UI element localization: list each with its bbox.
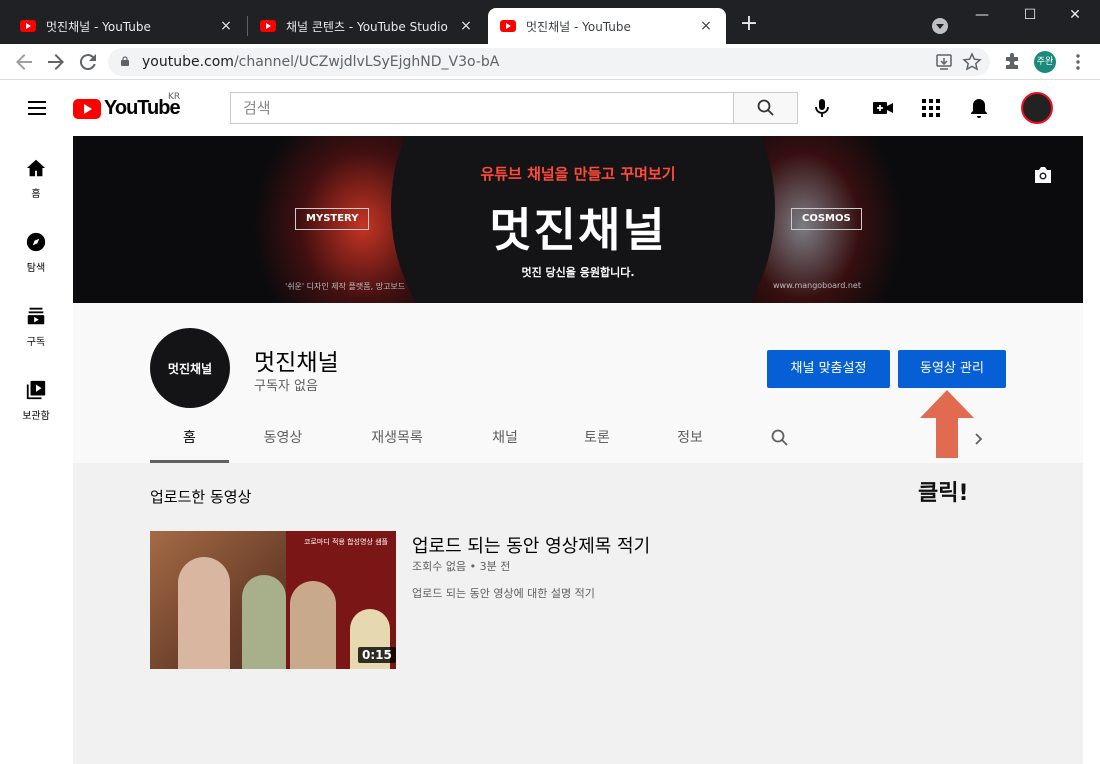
banner-tag-mystery: MYSTERY xyxy=(295,208,370,230)
tab-channels[interactable]: 채널 xyxy=(465,420,545,463)
sidebar-item-label: 구독 xyxy=(26,337,46,348)
video-duration: 0:15 xyxy=(358,647,396,663)
minimize-button[interactable]: — xyxy=(962,4,1002,28)
browser-tab[interactable]: 멋진채널 - YouTube × xyxy=(8,8,246,44)
banner-slogan: 멋진 당신을 응원합니다. xyxy=(521,266,635,279)
banner-footer-left: '쉬운' 디자인 제작 플랫폼, 망고보드 xyxy=(285,282,406,291)
subscriber-count: 구독자 없음 xyxy=(254,379,318,394)
tab-videos[interactable]: 동영상 xyxy=(243,420,323,463)
annotation-up-arrow-icon xyxy=(920,390,974,458)
tab-discussion[interactable]: 토론 xyxy=(557,420,637,463)
banner-footer-right: www.mangoboard.net xyxy=(773,281,861,290)
account-avatar[interactable] xyxy=(1021,92,1053,124)
youtube-favicon-icon xyxy=(260,20,276,32)
banner-tag-cosmos: COSMOS xyxy=(791,208,862,230)
search-button[interactable] xyxy=(733,92,798,124)
back-icon[interactable] xyxy=(12,50,36,74)
banner-title: 멋진채널 xyxy=(489,203,667,257)
channel-banner: 유튜브 채널을 만들고 꾸며보기 멋진채널 멋진 당신을 응원합니다. MYST… xyxy=(73,136,1083,303)
banner-subtitle: 유튜브 채널을 만들고 꾸며보기 xyxy=(480,165,676,183)
youtube-play-icon xyxy=(73,98,101,119)
forward-icon[interactable] xyxy=(44,50,68,74)
maximize-button[interactable]: ☐ xyxy=(1010,4,1050,28)
url-path: /channel/UCZwjdlvLSyEjghND_V3o-bA xyxy=(233,54,500,70)
apps-grid-icon[interactable] xyxy=(919,96,943,120)
search-icon xyxy=(757,99,774,116)
voice-search-icon[interactable] xyxy=(810,96,834,120)
url-text: youtube.com/channel/UCZwjdlvLSyEjghND_V3… xyxy=(142,54,499,70)
lock-icon xyxy=(121,56,129,66)
youtube-favicon-icon xyxy=(20,20,36,32)
url-host: youtube.com xyxy=(142,54,234,70)
search-box xyxy=(230,92,734,124)
search-input[interactable] xyxy=(231,93,734,123)
tab-home[interactable]: 홈 xyxy=(150,420,229,463)
manage-videos-button[interactable]: 동영상 관리 xyxy=(898,350,1006,388)
new-tab-button[interactable]: + xyxy=(739,13,759,35)
close-tab-icon[interactable]: × xyxy=(458,18,474,34)
close-tab-icon[interactable]: × xyxy=(218,18,234,34)
sidebar-item-library[interactable]: 보관함 xyxy=(0,379,72,422)
browser-tab-active[interactable]: 멋진채널 - YouTube × xyxy=(488,8,726,44)
sidebar-item-label: 홈 xyxy=(31,189,41,200)
channel-avatar-text: 멋진채널 xyxy=(167,362,213,376)
video-description: 업로드 되는 동안 영상에 대한 설명 적기 xyxy=(412,587,595,600)
sidebar-item-subscriptions[interactable]: 구독 xyxy=(0,305,72,348)
tab-about[interactable]: 정보 xyxy=(650,420,730,463)
create-video-icon[interactable] xyxy=(871,96,895,120)
camera-icon[interactable] xyxy=(1033,166,1053,184)
profile-avatar[interactable]: 주완 xyxy=(1034,51,1056,73)
subscriptions-icon xyxy=(27,307,45,325)
browser-toolbar: youtube.com/channel/UCZwjdlvLSyEjghND_V3… xyxy=(0,44,1100,80)
thumbnail-figure xyxy=(242,575,286,669)
youtube-favicon-icon xyxy=(500,20,516,32)
reload-icon[interactable] xyxy=(76,50,100,74)
chrome-menu-icon[interactable] xyxy=(1068,52,1088,72)
sidebar-item-explore[interactable]: 탐색 xyxy=(0,231,72,274)
library-icon xyxy=(26,380,46,400)
video-meta: 조회수 없음 • 3분 전 xyxy=(412,560,511,573)
tab-playlists[interactable]: 재생목록 xyxy=(352,420,442,463)
region-code: KR xyxy=(168,92,181,102)
channel-avatar[interactable]: 멋진채널 xyxy=(150,328,230,408)
install-app-icon[interactable] xyxy=(934,52,954,72)
window-close-button[interactable]: ✕ xyxy=(1055,4,1095,28)
youtube-logo[interactable]: YouTube KR xyxy=(73,92,181,120)
tab-title: 채널 콘텐츠 - YouTube Studio xyxy=(286,19,448,34)
sidebar-item-label: 탐색 xyxy=(26,263,46,274)
tab-search[interactable] xyxy=(762,420,798,463)
guide-menu-icon[interactable] xyxy=(28,101,46,115)
explore-icon xyxy=(26,232,46,252)
browser-tab[interactable]: 채널 콘텐츠 - YouTube Studio × xyxy=(248,8,486,44)
channel-name: 멋진채널 xyxy=(254,350,339,376)
search-icon xyxy=(771,429,788,446)
customize-channel-button[interactable]: 채널 맞춤설정 xyxy=(767,350,890,388)
home-icon xyxy=(26,159,46,177)
sidebar-item-label: 보관함 xyxy=(22,411,50,422)
annotation-click-label: 클릭! xyxy=(918,481,969,506)
video-title[interactable]: 업로드 되는 동안 영상제목 적기 xyxy=(412,532,650,558)
notifications-bell-icon[interactable] xyxy=(967,96,991,120)
sidebar-item-home[interactable]: 홈 xyxy=(0,157,72,200)
close-tab-icon[interactable]: × xyxy=(698,18,714,34)
tab-title: 멋진채널 - YouTube xyxy=(526,19,631,34)
thumbnail-caption: 코로마디 적용 합성영상 샘플 xyxy=(304,538,388,546)
section-title: 업로드한 동영상 xyxy=(150,488,252,506)
tab-search-icon[interactable] xyxy=(932,18,948,34)
thumbnail-figure xyxy=(290,581,336,669)
bookmark-star-icon[interactable] xyxy=(962,52,982,72)
address-bar[interactable]: youtube.com/channel/UCZwjdlvLSyEjghND_V3… xyxy=(108,48,990,76)
extensions-icon[interactable] xyxy=(1002,52,1022,72)
thumbnail-figure xyxy=(178,557,230,669)
tab-title: 멋진채널 - YouTube xyxy=(46,19,151,34)
